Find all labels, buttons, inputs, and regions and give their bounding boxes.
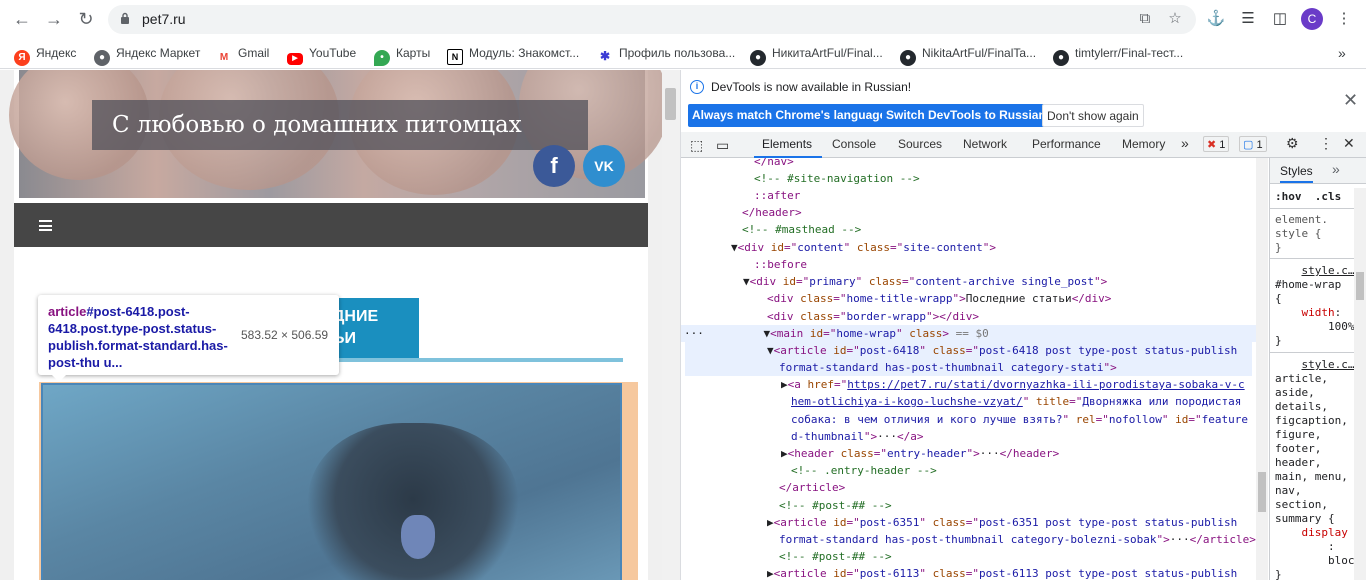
styles-scrollbar[interactable] bbox=[1354, 188, 1366, 580]
article-thumbnail[interactable] bbox=[41, 383, 622, 580]
more-tabs-icon[interactable]: » bbox=[1332, 161, 1340, 177]
bookmark-item[interactable]: N Модуль: Знакомст... bbox=[447, 44, 579, 65]
settings-gear-icon[interactable]: ⚙ bbox=[1286, 135, 1299, 152]
dom-tree-scrollbar[interactable] bbox=[1256, 158, 1268, 580]
main-navigation bbox=[14, 203, 648, 247]
info-icon: i bbox=[690, 80, 704, 94]
bookmark-item[interactable]: ● timtylerr/Final-тест... bbox=[1053, 44, 1183, 66]
devtools-tabbar: ⬚ ▭ Elements Console Sources Network Per… bbox=[681, 132, 1366, 158]
bookmark-item[interactable]: Я Яндекс bbox=[14, 44, 76, 66]
devtools-panel: i DevTools is now available in Russian! … bbox=[680, 70, 1366, 581]
share-icon[interactable]: ⧉ bbox=[1136, 10, 1154, 28]
tab-console[interactable]: Console bbox=[832, 137, 876, 151]
close-icon[interactable]: ✕ bbox=[1343, 90, 1358, 111]
bookmark-item[interactable]: ● NikitaArtFul/FinalTa... bbox=[900, 44, 1036, 66]
scrollbar-thumb[interactable] bbox=[665, 88, 676, 120]
tab-styles[interactable]: Styles bbox=[1280, 164, 1313, 183]
bookmark-item[interactable]: M Gmail bbox=[216, 44, 269, 66]
switch-russian-button[interactable]: Switch DevTools to Russian bbox=[882, 104, 1050, 127]
scrollbar-thumb[interactable] bbox=[1258, 472, 1266, 512]
extensions-icon[interactable]: ⚓ bbox=[1206, 9, 1226, 29]
tooltip-tag: article bbox=[48, 304, 87, 319]
github-icon: ● bbox=[750, 50, 766, 66]
hov-toggle[interactable]: :hov bbox=[1275, 190, 1302, 203]
infobar-message: DevTools is now available in Russian! bbox=[711, 80, 912, 94]
avatar[interactable]: C bbox=[1301, 8, 1323, 30]
page-viewport: С любовью о домашних питомцах f VK ДНИЕ … bbox=[0, 70, 662, 580]
profile-icon: ✱ bbox=[597, 48, 613, 64]
url-text[interactable]: pet7.ru bbox=[142, 11, 186, 27]
header-banner: С любовью о домашних питомцах f VK bbox=[9, 70, 662, 198]
bookmark-item[interactable]: ✱ Профиль пользова... bbox=[597, 44, 735, 64]
globe-icon: ● bbox=[94, 50, 110, 66]
forward-icon[interactable]: → bbox=[44, 9, 64, 29]
tab-sources[interactable]: Sources bbox=[898, 137, 942, 151]
more-tabs-icon[interactable]: » bbox=[1181, 135, 1189, 151]
dom-tree[interactable]: </nav> <!-- #site-navigation --> ::after… bbox=[681, 158, 1256, 580]
media-icon[interactable]: ☰ bbox=[1238, 9, 1258, 29]
dog-tongue bbox=[401, 515, 435, 559]
bookmark-item[interactable]: ● НикитаArtFul/Final... bbox=[750, 44, 883, 66]
side-panel-icon[interactable]: ◫ bbox=[1270, 9, 1290, 29]
selected-node[interactable]: ··· ▼<main id="home-wrap" class> == $0 bbox=[681, 325, 1256, 343]
bookmark-star-icon[interactable]: ☆ bbox=[1166, 10, 1184, 28]
tab-elements[interactable]: Elements bbox=[762, 137, 812, 151]
styles-pane: Styles » :hov .cls element. style { } st… bbox=[1269, 158, 1366, 581]
yandex-icon: Я bbox=[14, 50, 30, 66]
chevron-right-icon[interactable]: » bbox=[1338, 44, 1346, 62]
reload-icon[interactable]: ↻ bbox=[76, 9, 96, 29]
tab-network[interactable]: Network bbox=[963, 137, 1007, 151]
vk-icon[interactable]: VK bbox=[583, 145, 625, 187]
bookmark-item[interactable]: • Карты bbox=[374, 44, 430, 66]
message-badge[interactable]: ▢ 1 bbox=[1239, 136, 1267, 152]
message-icon: ▢ bbox=[1243, 139, 1254, 151]
kebab-menu-icon[interactable]: ⋮ bbox=[1319, 135, 1333, 152]
address-bar-row: ← → ↻ pet7.ru ⧉ ☆ ⚓ ☰ ◫ C ⋮ bbox=[0, 0, 1366, 38]
dont-show-again-button[interactable]: Don't show again bbox=[1042, 104, 1144, 127]
device-toolbar-icon[interactable]: ▭ bbox=[716, 137, 729, 154]
tab-performance[interactable]: Performance bbox=[1032, 137, 1101, 151]
notion-icon: N bbox=[447, 49, 463, 65]
github-icon: ● bbox=[900, 50, 916, 66]
maps-icon: • bbox=[374, 50, 390, 66]
site-tagline: С любовью о домашних питомцах bbox=[92, 100, 588, 150]
devtools-infobar: i DevTools is now available in Russian! … bbox=[681, 70, 1366, 132]
match-language-button[interactable]: Always match Chrome's language bbox=[688, 104, 891, 127]
tab-memory[interactable]: Memory bbox=[1122, 137, 1165, 151]
page-scrollbar[interactable] bbox=[662, 70, 680, 580]
inspect-tooltip: article#post-6418.post-6418.post.type-po… bbox=[38, 295, 339, 382]
tooltip-size: 583.52 × 506.59 bbox=[241, 328, 329, 342]
gmail-icon: M bbox=[216, 50, 232, 66]
close-devtools-icon[interactable]: ✕ bbox=[1343, 135, 1355, 152]
omnibox[interactable]: pet7.ru ⧉ ☆ bbox=[108, 5, 1196, 34]
bookmark-item[interactable]: ▶ YouTube bbox=[287, 44, 356, 65]
menu-icon[interactable]: ⋮ bbox=[1334, 9, 1354, 29]
facebook-icon[interactable]: f bbox=[533, 145, 575, 187]
bookmark-item[interactable]: ● Яндекс Маркет bbox=[94, 44, 200, 66]
cls-toggle[interactable]: .cls bbox=[1315, 190, 1342, 203]
youtube-icon: ▶ bbox=[287, 53, 303, 65]
error-badge[interactable]: ✖ 1 bbox=[1203, 136, 1230, 152]
styles-tabbar: Styles » bbox=[1270, 158, 1366, 184]
scrollbar-thumb[interactable] bbox=[1356, 272, 1364, 300]
bookmarks-bar: Я Яндекс ● Яндекс Маркет M Gmail ▶ YouTube •… bbox=[0, 38, 1366, 69]
github-icon: ● bbox=[1053, 50, 1069, 66]
lock-icon bbox=[121, 12, 129, 24]
back-icon[interactable]: ← bbox=[12, 9, 32, 29]
hamburger-menu-icon[interactable] bbox=[39, 220, 52, 231]
inspect-element-icon[interactable]: ⬚ bbox=[690, 137, 703, 154]
error-icon: ✖ bbox=[1207, 139, 1217, 151]
